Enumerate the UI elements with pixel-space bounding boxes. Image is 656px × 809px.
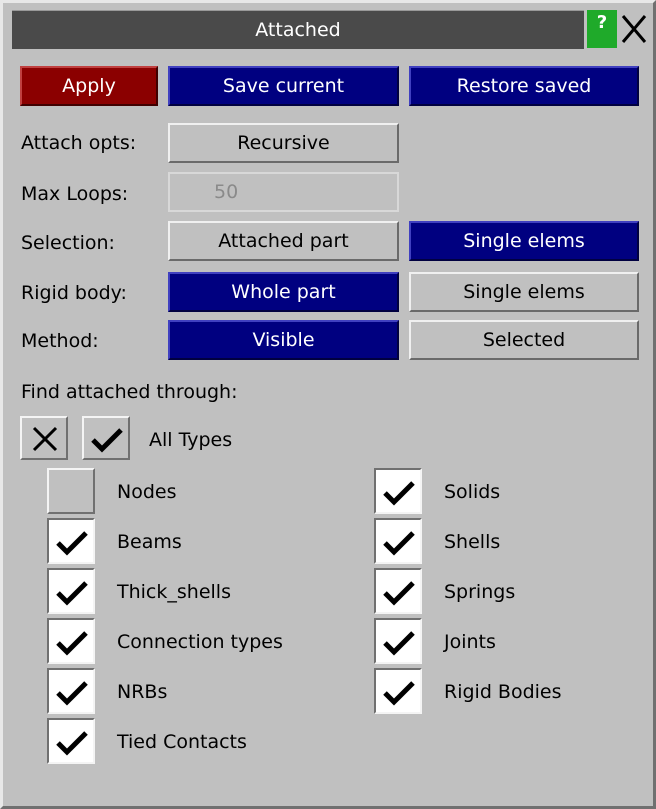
checkbox-thick-shells[interactable] [47,568,95,614]
close-icon [621,15,647,43]
selection-single-elems-button[interactable]: Single elems [409,221,639,261]
max-loops-label: Max Loops: [21,183,129,205]
checkbox-springs[interactable] [374,568,422,614]
check-icon [383,631,415,656]
select-all-button[interactable] [82,416,130,460]
rigid-body-whole-part-button[interactable]: Whole part [168,272,399,312]
selection-attached-part-button[interactable]: Attached part [168,221,399,261]
checkbox-label-rigid-bodies: Rigid Bodies [444,681,562,703]
window-title: Attached [12,10,584,49]
check-icon [383,531,415,556]
checkbox-label-nodes: Nodes [117,481,177,503]
checkbox-label-thick-shells: Thick_shells [117,581,231,603]
check-icon [56,681,88,706]
checkbox-label-shells: Shells [444,531,501,553]
checkbox-connection-types[interactable] [47,618,95,664]
max-loops-input[interactable]: 50 [168,172,399,212]
checkbox-joints[interactable] [374,618,422,664]
check-icon [91,428,123,453]
check-icon [56,531,88,556]
attach-opts-button[interactable]: Recursive [168,123,399,163]
checkbox-label-nrbs: NRBs [117,681,168,703]
check-icon [56,731,88,756]
checkbox-label-solids: Solids [444,481,501,503]
method-selected-button[interactable]: Selected [409,320,639,360]
checkbox-label-beams: Beams [117,531,182,553]
find-attached-heading: Find attached through: [21,381,238,403]
checkbox-shells[interactable] [374,518,422,564]
cross-icon [32,426,58,452]
deselect-all-button[interactable] [20,416,68,460]
checkbox-label-connection-types: Connection types [117,631,283,653]
checkbox-label-springs: Springs [444,581,516,603]
check-icon [383,481,415,506]
method-visible-button[interactable]: Visible [168,320,399,360]
close-button[interactable] [619,10,649,48]
checkbox-label-joints: Joints [444,631,496,653]
checkbox-label-tied-contacts: Tied Contacts [117,731,247,753]
check-icon [383,581,415,606]
rigid-body-single-elems-button[interactable]: Single elems [409,272,639,312]
method-label: Method: [21,330,99,352]
apply-button[interactable]: Apply [20,66,158,106]
save-current-button[interactable]: Save current [168,66,399,106]
rigid-body-label: Rigid body: [21,282,127,304]
check-icon [56,631,88,656]
restore-saved-button[interactable]: Restore saved [409,66,639,106]
checkbox-rigid-bodies[interactable] [374,668,422,714]
checkbox-nrbs[interactable] [47,668,95,714]
checkbox-tied-contacts[interactable] [47,718,95,764]
check-icon [383,681,415,706]
help-button[interactable]: ? [587,10,617,48]
checkbox-solids[interactable] [374,468,422,514]
check-icon [56,581,88,606]
attach-opts-label: Attach opts: [21,132,137,154]
checkbox-nodes[interactable] [47,468,95,514]
selection-label: Selection: [21,232,115,254]
all-types-label: All Types [149,429,233,451]
checkbox-beams[interactable] [47,518,95,564]
